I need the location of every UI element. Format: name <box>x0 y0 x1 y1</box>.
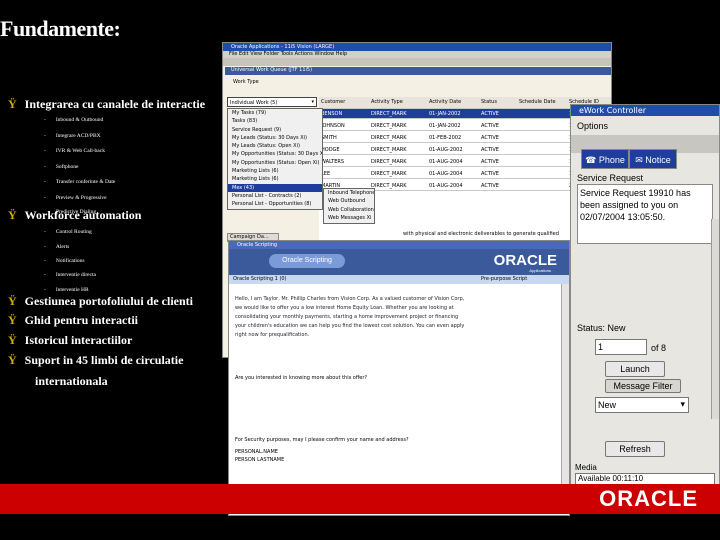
tab-script[interactable]: Oracle Scripting 1 (0) Pre-purpose Script <box>229 275 569 284</box>
bullet-integration: Ÿ Integrarea cu canalele de interactie <box>8 97 206 111</box>
menu-item[interactable]: My Tasks (79) <box>228 109 322 117</box>
scripting-banner-title: Oracle Scripting <box>269 254 345 268</box>
scripting-window: Oracle Scripting Oracle Scripting ORACLE… <box>228 240 570 516</box>
bullet-marker: Ÿ <box>8 208 17 222</box>
work-type-label: Work Type <box>233 79 259 85</box>
tab-phone[interactable]: ☎ Phone <box>581 149 629 169</box>
menu-item[interactable]: Marketing Lists (6) <box>228 175 322 183</box>
message-filter-select[interactable]: New ▾ <box>595 397 689 413</box>
menu-item[interactable]: Personal List - Opportunities (8) <box>228 200 322 208</box>
bullet-languages-cont: internationala <box>35 374 108 388</box>
menu-item[interactable]: My Opportunities (Status: Open Xi) <box>228 159 322 167</box>
cursor-icon <box>405 365 411 373</box>
sub-item: - IVR & Web Call-back <box>44 148 105 154</box>
scripting-banner: Oracle Scripting ORACLE Applications <box>229 249 569 275</box>
scrollbar[interactable] <box>561 284 569 514</box>
message-filter-label: Message Filter <box>605 379 681 393</box>
controller-scrollbar[interactable] <box>711 219 719 419</box>
table-row[interactable]: LEEDIRECT_MARK01-AUG-2004ACTIVE11743 <box>319 169 611 179</box>
menu-item[interactable]: My Leads (Status: 30 Days Xi) <box>228 134 322 142</box>
notice-message: Service Request 19910 has been assigned … <box>577 184 713 244</box>
submenu-item[interactable]: Web Outbound <box>324 197 374 205</box>
bullet-portfolio: Ÿ Gestiunea portofoliului de clienti <box>8 294 194 308</box>
script-question: Are you interested in knowing more about… <box>235 375 368 381</box>
field-person-lastname[interactable]: PERSON LASTNAME <box>235 457 284 463</box>
menu-item[interactable]: Marketing Lists (6) <box>228 167 322 175</box>
window-menubar[interactable]: File Edit View Folder Tools Actions Wind… <box>223 51 611 58</box>
slide-title: Fundamente: <box>0 16 121 41</box>
launch-button[interactable]: Launch <box>605 361 665 377</box>
field-personal-name[interactable]: PERSONAL.NAME <box>235 449 278 455</box>
refresh-button[interactable]: Refresh <box>605 441 665 457</box>
work-type-dropdown[interactable]: Individual Work (5) ▾ <box>227 97 317 107</box>
security-text: For Security purposes, may I please conf… <box>235 437 409 443</box>
oracle-footer-logo: ORACLE <box>599 486 698 511</box>
of-label: of 8 <box>651 343 667 353</box>
ework-controller: eWork Controller Options ☎ Phone ✉ Notic… <box>570 104 720 490</box>
sub-item: - Control Routing <box>44 229 92 235</box>
table-row[interactable]: WALTERSDIRECT_MARK01-AUG-2004ACTIVE11745 <box>319 157 611 167</box>
sub-item: - Interventie directa <box>44 272 97 278</box>
script-text: Hello, I am Taylor, Mr. Phillip Charles … <box>235 296 465 338</box>
bullet-languages: Ÿ Suport in 45 limbi de circulatie <box>8 353 184 367</box>
toolbar[interactable] <box>223 58 611 66</box>
menu-item[interactable]: Personal List - Contracts (2) <box>228 192 322 200</box>
oracle-logo: ORACLE <box>493 252 557 269</box>
bullet-marker: Ÿ <box>8 294 17 308</box>
chevron-down-icon: ▾ <box>311 99 314 105</box>
page-input[interactable]: 1 <box>595 339 647 355</box>
work-type-menu: My Tasks (79) Tasks (83) Service Request… <box>227 108 323 210</box>
bullet-workforce: Ÿ Workforce automation <box>8 208 142 222</box>
sub-item: - Alerts <box>44 244 70 250</box>
sub-item: - Integrare ACD/PBX <box>44 133 101 139</box>
media-label: Media <box>575 463 597 472</box>
table-row[interactable]: HODGEDIRECT_MARK01-AUG-2002ACTIVE11865 <box>319 145 611 155</box>
sub-item: - Notifications <box>44 258 85 264</box>
window-titlebar: Oracle Applications - 11i5 Vision (LARGE… <box>223 43 611 51</box>
sub-item: - Interventie HR <box>44 287 89 293</box>
menu-item[interactable]: My Opportunities (Status: 30 Days Xi) <box>228 150 322 158</box>
tab-notice[interactable]: ✉ Notice <box>629 149 677 169</box>
controller-titlebar: eWork Controller <box>571 105 719 116</box>
menu-item[interactable]: Mex (43) <box>228 183 322 192</box>
table-row[interactable]: BENSONDIRECT_MARK01-JAN-2002ACTIVE11775 <box>319 109 611 119</box>
section-label: Service Request <box>577 173 644 183</box>
table-header: Customer Activity Type Activity Date Sta… <box>319 97 611 109</box>
table-row[interactable]: JOHNSONDIRECT_MARK01-JAN-2002ACTIVE11757 <box>319 121 611 131</box>
scripting-titlebar: Oracle Scripting <box>229 241 569 249</box>
submenu-item[interactable]: Web Collaboration <box>324 206 374 214</box>
footer-text: with physical and electronic deliverable… <box>403 231 559 237</box>
subwindow-title: Universal Work Queue (JTF 11i5) <box>225 67 611 75</box>
menu-item[interactable]: Service Request (9) <box>228 126 322 134</box>
table-row[interactable]: SMITHDIRECT_MARK01-FEB-2002ACTIVE11855 <box>319 133 611 143</box>
footer-bar: ORACLE <box>0 484 720 514</box>
chevron-down-icon: ▾ <box>680 399 685 409</box>
menu-item[interactable]: Tasks (83) <box>228 117 322 125</box>
bullet-marker: Ÿ <box>8 333 17 347</box>
menu-item[interactable]: My Leads (Status: Open Xi) <box>228 142 322 150</box>
sub-item: - Softphone <box>44 164 79 170</box>
bullet-marker: Ÿ <box>8 353 17 367</box>
bullet-guide: Ÿ Ghid pentru interactii <box>8 313 139 327</box>
status-label: Status: New <box>577 323 626 333</box>
bullet-marker: Ÿ <box>8 313 17 327</box>
notice-icon: ✉ <box>635 155 646 165</box>
sub-item: - Transfer conferinte & Date <box>44 179 116 185</box>
submenu-item[interactable]: Inbound Telephone Xi <box>324 189 374 197</box>
sub-item: - Preview & Progressive <box>44 195 107 201</box>
sub-item: - Inbound & Outbound <box>44 117 104 123</box>
submenu-item[interactable]: Web Messages Xi <box>324 214 374 222</box>
options-menu[interactable]: Options <box>577 121 608 131</box>
oracle-logo-sub: Applications <box>529 268 551 273</box>
work-type-submenu: Inbound Telephone Xi Web Outbound Web Co… <box>323 188 375 224</box>
bullet-history: Ÿ Istoricul interactiilor <box>8 333 133 347</box>
bullet-marker: Ÿ <box>8 97 17 111</box>
phone-icon: ☎ <box>585 155 599 165</box>
